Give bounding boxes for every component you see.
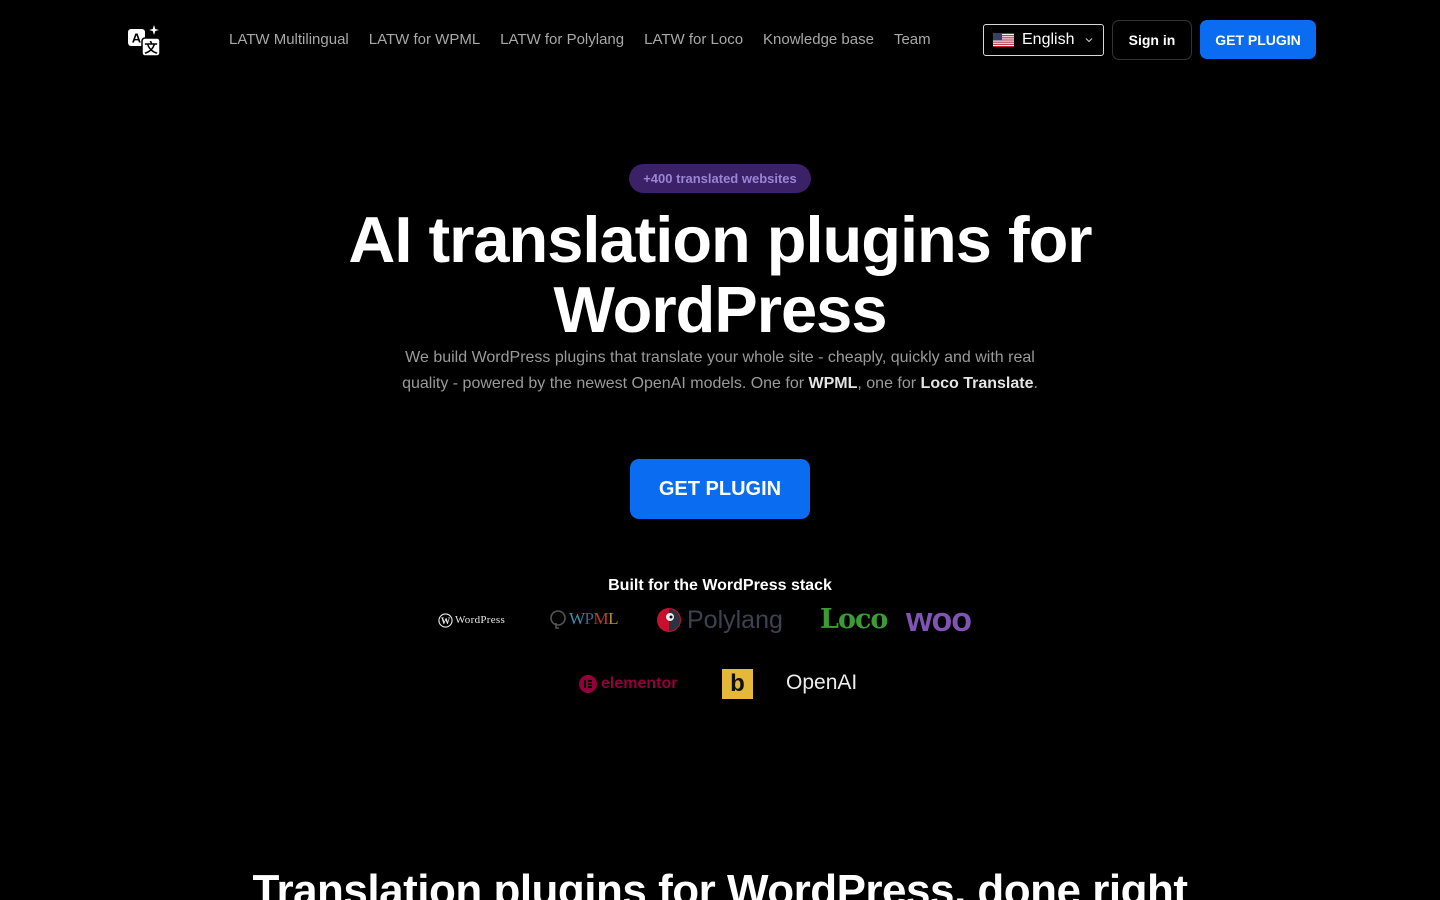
language-selector[interactable]: English (983, 24, 1104, 56)
description-loco-translate: Loco Translate (920, 375, 1034, 392)
wpml-logo: WPML (548, 606, 619, 632)
polylang-parrot-icon (657, 608, 681, 632)
polylang-logo: Polylang (656, 605, 783, 635)
openai-logo: OpenAI (786, 670, 857, 696)
bricks-logo: b (722, 669, 753, 699)
wpml-icon (550, 610, 566, 629)
chevron-down-icon (1085, 38, 1093, 43)
description-text-3: . (1033, 375, 1038, 392)
hero-get-plugin-button[interactable]: GET PLUGIN (630, 459, 810, 519)
header-get-plugin-button[interactable]: GET PLUGIN (1200, 20, 1316, 59)
stats-badge: +400 translated websites (629, 164, 811, 193)
headline-line-2: WordPress (553, 273, 888, 346)
sign-in-button[interactable]: Sign in (1112, 20, 1192, 60)
nav-latw-multilingual[interactable]: LATW Multilingual (219, 29, 359, 51)
loco-logo: Loco (820, 603, 888, 635)
wordpress-wordmark: WordPress (455, 614, 506, 626)
description-text-2: , one for (857, 375, 921, 392)
elementor-icon (579, 675, 597, 693)
nav-latw-for-wpml[interactable]: LATW for WPML (359, 29, 490, 51)
woo-wordmark: woo (906, 601, 972, 639)
wordpress-icon: W (438, 612, 453, 628)
polylang-wordmark: Polylang (687, 605, 783, 634)
wordpress-logo: W WordPress (438, 610, 505, 630)
site-header: A 文 LATW Multilingual LATW for WPML LATW… (0, 0, 1440, 80)
b-wordmark: b (730, 670, 745, 697)
wpml-wordmark: WPML (569, 609, 619, 628)
svg-text:A: A (132, 31, 142, 46)
svg-text:W: W (441, 616, 451, 626)
section-heading: Translation plugins for WordPress, done … (252, 866, 1189, 900)
hero-description: We build WordPress plugins that translat… (400, 345, 1040, 397)
description-wpml: WPML (808, 375, 858, 392)
stack-title: Built for the WordPress stack (608, 577, 832, 594)
loco-wordmark: Loco (820, 603, 888, 635)
language-label: English (1022, 31, 1075, 48)
main-nav: LATW Multilingual LATW for WPML LATW for… (219, 29, 941, 51)
svg-text:文: 文 (144, 41, 158, 57)
translate-sparkle-icon[interactable]: A 文 (127, 24, 161, 58)
nav-knowledge-base[interactable]: Knowledge base (753, 29, 884, 51)
woocommerce-logo: woo (906, 601, 972, 639)
openai-wordmark: OpenAI (786, 671, 858, 694)
elementor-logo: elementor (579, 674, 677, 694)
nav-latw-for-polylang[interactable]: LATW for Polylang (490, 29, 634, 51)
hero-headline: AI translation plugins for WordPress (220, 205, 1220, 345)
nav-team[interactable]: Team (884, 29, 941, 51)
headline-line-1: AI translation plugins for (348, 203, 1092, 276)
elementor-wordmark: elementor (601, 675, 678, 692)
us-flag-icon (993, 33, 1014, 47)
nav-latw-for-loco[interactable]: LATW for Loco (634, 29, 753, 51)
